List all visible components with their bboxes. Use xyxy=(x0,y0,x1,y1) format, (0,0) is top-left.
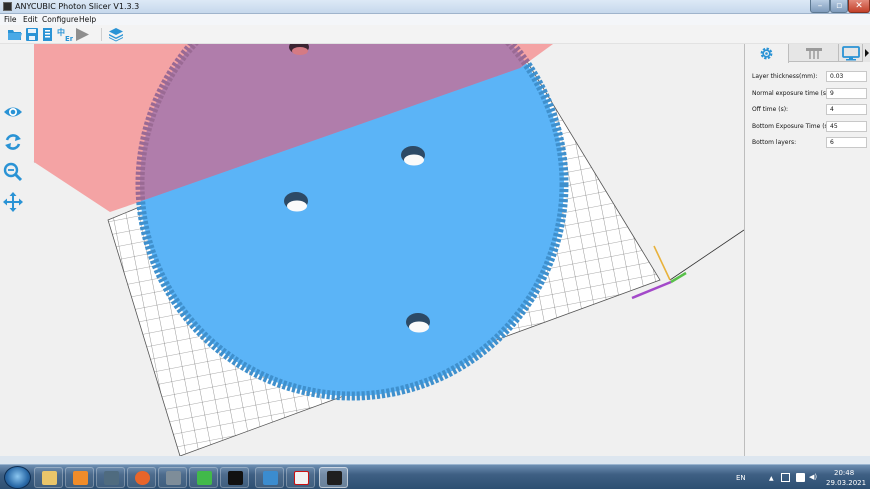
normal-exposure-input[interactable]: 9 xyxy=(826,88,867,99)
firefox-icon xyxy=(135,471,150,485)
bottom-exposure-input[interactable]: 45 xyxy=(826,121,867,132)
3d-viewport[interactable] xyxy=(0,44,744,456)
layers-icon[interactable] xyxy=(108,27,124,42)
layer-thickness-input[interactable]: 0.03 xyxy=(826,71,867,82)
support-icon xyxy=(806,48,822,59)
pdf-icon xyxy=(294,471,309,485)
taskbar-dev-tools[interactable] xyxy=(96,467,125,488)
title-bar: ANYCUBIC Photon Slicer V1.3.3 – ▫ ✕ xyxy=(0,0,870,14)
qt-icon xyxy=(197,471,212,485)
tab-settings[interactable] xyxy=(745,44,789,63)
menu-edit[interactable]: Edit xyxy=(23,14,38,25)
gear-icon xyxy=(760,47,773,60)
taskbar-qt[interactable] xyxy=(189,467,218,488)
folder-icon xyxy=(42,471,57,485)
maximize-button[interactable]: ▫ xyxy=(830,0,848,13)
save-icon[interactable] xyxy=(24,27,40,42)
bottom-exposure-row: Bottom Exposure Time (s): 45 xyxy=(752,121,867,133)
taskbar-settings[interactable] xyxy=(158,467,187,488)
toolbar: 中 En xyxy=(0,25,870,44)
taskbar-terminal[interactable] xyxy=(220,467,249,488)
layer-thickness-row: Layer thickness(mm): 0.03 xyxy=(752,71,867,83)
taskbar-firefox[interactable] xyxy=(127,467,156,488)
close-button[interactable]: ✕ xyxy=(848,0,870,13)
field-label: Layer thickness(mm): xyxy=(752,73,818,80)
network-icon[interactable] xyxy=(796,473,805,482)
off-time-input[interactable]: 4 xyxy=(826,104,867,115)
field-label: Bottom layers: xyxy=(752,139,797,146)
field-label: Off time (s): xyxy=(752,106,789,113)
move-icon[interactable] xyxy=(3,192,23,212)
clock-date[interactable]: 29.03.2021 xyxy=(826,479,866,488)
monitor-icon xyxy=(842,46,860,61)
settings-tab-bar xyxy=(745,44,870,63)
eye-icon[interactable] xyxy=(3,102,23,122)
tab-monitor[interactable] xyxy=(839,44,863,62)
taskbar-cross-app[interactable] xyxy=(255,467,284,488)
taskbar: EN ▲ ◀) 20:48 29.03.2021 xyxy=(0,464,870,489)
tray-expand-icon[interactable]: ▲ xyxy=(769,474,774,483)
axis-line xyxy=(669,229,744,281)
volume-icon[interactable]: ◀) xyxy=(809,473,817,482)
svg-text:中: 中 xyxy=(57,27,65,37)
menu-file[interactable]: File xyxy=(4,14,17,25)
window-title: ANYCUBIC Photon Slicer V1.3.3 xyxy=(15,2,140,11)
menu-help[interactable]: Help xyxy=(79,14,96,25)
taskbar-explorer[interactable] xyxy=(34,467,63,488)
zoom-icon[interactable] xyxy=(3,162,23,182)
field-label: Bottom Exposure Time (s): xyxy=(752,123,833,130)
rotate-icon[interactable] xyxy=(3,132,23,152)
settings-icon xyxy=(166,471,181,485)
status-strip xyxy=(0,456,870,464)
tab-scroll-right[interactable] xyxy=(863,44,870,62)
open-folder-icon[interactable] xyxy=(7,27,23,42)
taskbar-pdf-reader[interactable] xyxy=(286,467,315,488)
action-center-icon[interactable] xyxy=(781,473,790,482)
taskbar-photon-slicer[interactable] xyxy=(319,467,348,488)
menu-bar: File Edit Configure Help xyxy=(0,14,870,25)
bottom-layers-input[interactable]: 6 xyxy=(826,137,867,148)
field-label: Normal exposure time (s): xyxy=(752,90,831,97)
bottom-layers-row: Bottom layers: 6 xyxy=(752,137,867,149)
translate-icon[interactable]: 中 En xyxy=(57,27,75,43)
photon-slicer-icon xyxy=(327,471,342,485)
normal-exposure-row: Normal exposure time (s): 9 xyxy=(752,88,867,100)
taskbar-media-player[interactable] xyxy=(65,467,94,488)
toolbar-separator xyxy=(101,28,102,41)
minimize-button[interactable]: – xyxy=(810,0,830,13)
cross-icon xyxy=(263,471,278,485)
settings-panel: Layer thickness(mm): 0.03 Normal exposur… xyxy=(744,44,870,456)
terminal-icon xyxy=(228,471,243,485)
svg-text:En: En xyxy=(65,35,73,42)
slice-arrow-icon[interactable] xyxy=(74,27,90,42)
app-icon xyxy=(3,2,12,11)
chevron-right-icon xyxy=(865,49,869,57)
off-time-row: Off time (s): 4 xyxy=(752,104,867,116)
export-icon[interactable] xyxy=(40,27,56,42)
clock-time[interactable]: 20:48 xyxy=(834,469,854,478)
computer-icon xyxy=(104,471,119,485)
start-button[interactable] xyxy=(4,466,31,489)
media-icon xyxy=(73,471,88,485)
language-indicator[interactable]: EN xyxy=(736,474,746,483)
menu-configure[interactable]: Configure xyxy=(42,14,78,25)
tab-support[interactable] xyxy=(789,44,839,62)
